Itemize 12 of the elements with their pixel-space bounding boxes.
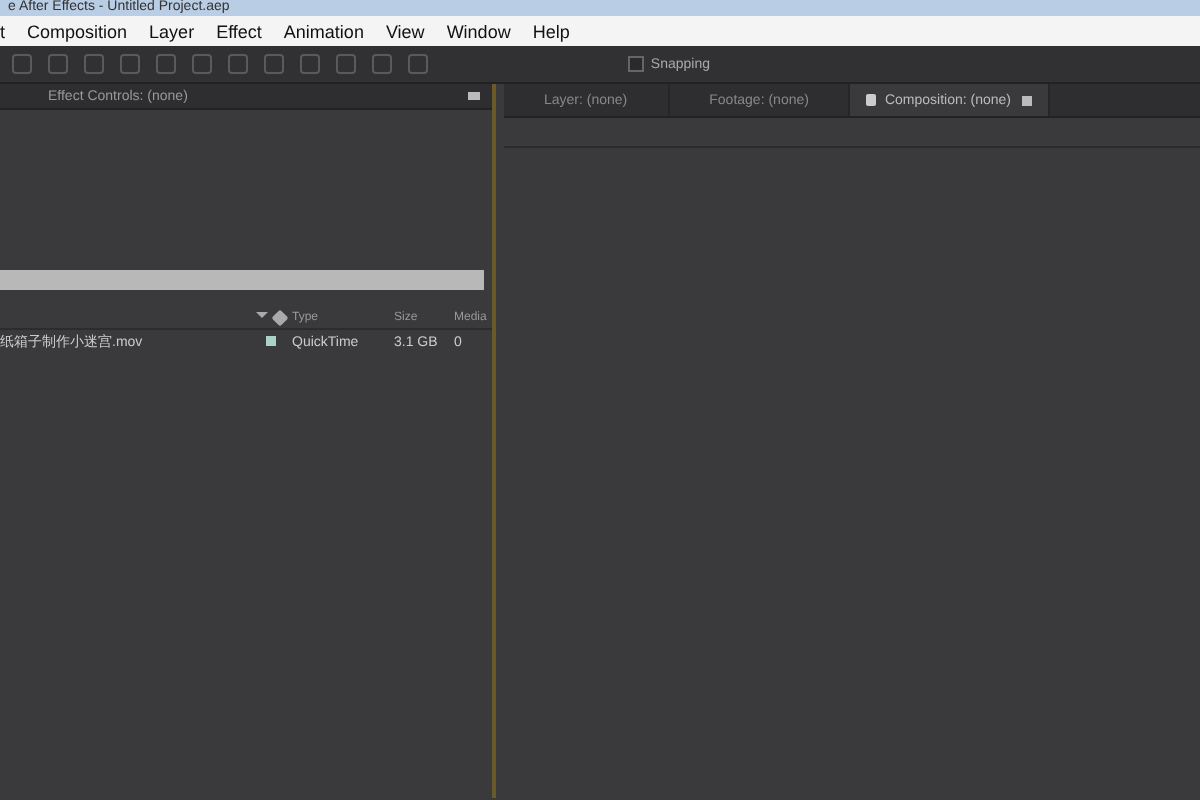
sort-caret-icon[interactable] (256, 312, 268, 318)
menu-item[interactable]: t (0, 21, 6, 41)
menu-item[interactable]: Help (532, 21, 570, 41)
menu-item[interactable]: Window (446, 21, 511, 41)
menu-item[interactable]: Composition (27, 21, 128, 41)
scroll-bar[interactable] (0, 270, 484, 290)
label-swatch-icon (266, 335, 276, 345)
menu-item[interactable]: Layer (149, 21, 195, 41)
menu-item[interactable]: Animation (283, 21, 364, 41)
snapping-checkbox[interactable] (628, 56, 645, 72)
menu-item[interactable]: View (385, 21, 425, 41)
menu-item[interactable]: Effect (216, 21, 262, 41)
